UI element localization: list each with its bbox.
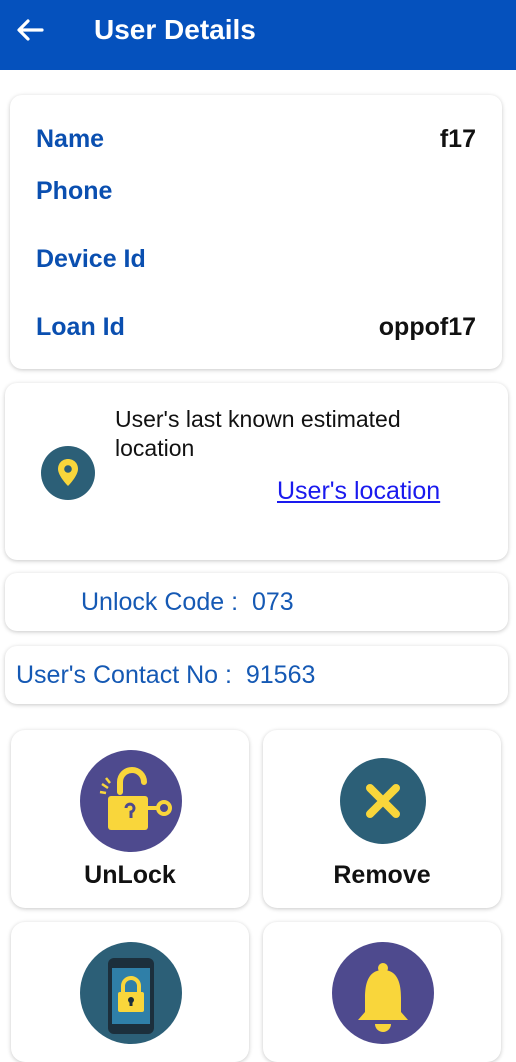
unlock-code-card: Unlock Code : 073 [5,573,508,631]
app-bar: User Details [0,0,516,70]
device-id-row: Device Id [36,242,476,276]
location-card: User's last known estimated location Use… [5,383,508,560]
contact-label: User's Contact No : [16,661,232,689]
user-info-card: Name f17 Phone Device Id Loan Id oppof17 [10,95,502,369]
arrow-left-icon [17,19,44,41]
unlock-code-label: Unlock Code : [81,588,239,616]
loan-id-label: Loan Id [36,313,125,341]
alarm-button[interactable] [263,922,501,1062]
name-row: Name f17 [36,122,476,156]
loan-id-value: oppof17 [378,313,476,341]
name-label: Name [36,125,105,153]
contact-value[interactable]: 91563 [246,661,316,689]
unlock-label: UnLock [84,861,176,889]
phone-lock-icon [80,942,182,1044]
bell-icon [332,942,434,1044]
remove-label: Remove [333,861,431,889]
unlock-icon [80,750,182,852]
phone-label: Phone [36,177,113,205]
user-location-link[interactable]: User's location [277,475,440,507]
name-value: f17 [439,125,476,153]
phone-row: Phone [36,174,476,208]
back-button[interactable] [14,14,46,46]
location-description: User's last known estimated location [115,406,401,461]
contact-card: User's Contact No : 91563 [5,646,508,704]
unlock-button[interactable]: UnLock [11,730,249,908]
phone-lock-button[interactable] [11,922,249,1062]
loan-id-row: Loan Id oppof17 [36,310,476,344]
unlock-code-value: 073 [251,588,294,616]
contact-text: User's Contact No : 91563 [16,659,315,691]
page-title: User Details [94,14,256,45]
device-id-label: Device Id [36,245,146,273]
location-pin-icon [41,446,95,500]
unlock-code-text: Unlock Code : 073 [81,586,294,618]
close-icon [340,758,426,844]
remove-button[interactable]: Remove [263,730,501,908]
